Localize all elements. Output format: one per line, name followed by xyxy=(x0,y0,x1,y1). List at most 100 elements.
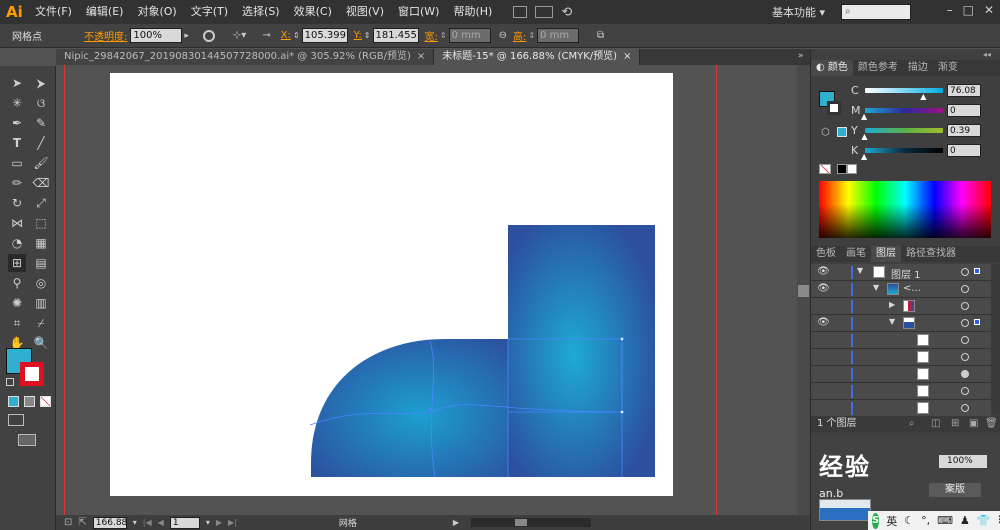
target-circle-icon[interactable] xyxy=(961,302,969,310)
artboard[interactable] xyxy=(110,73,673,496)
delete-layer-icon[interactable]: 🗑 xyxy=(985,416,998,432)
zoom-input[interactable]: 166.88 xyxy=(92,516,127,529)
x-stepper[interactable]: ⇕ xyxy=(293,31,300,40)
yellow-value[interactable]: 0.39 xyxy=(947,123,981,137)
visibility-eye-icon[interactable]: 👁 xyxy=(817,283,830,294)
layer-row-item[interactable]: 👁 ▼ xyxy=(811,315,991,332)
user-icon[interactable]: ♟ xyxy=(960,514,970,527)
tab-close-icon[interactable]: × xyxy=(623,49,631,65)
menu-object[interactable]: 对象(O) xyxy=(130,0,183,24)
tab-swatches[interactable]: 色板 xyxy=(811,246,841,262)
height-stepper[interactable]: ⇕ xyxy=(528,31,535,40)
tab-color[interactable]: ◐ 颜色 xyxy=(811,60,853,76)
layer-name[interactable]: 图层 1 xyxy=(891,266,921,281)
bridge-icon[interactable] xyxy=(513,6,528,18)
menu-help[interactable]: 帮助(H) xyxy=(446,0,499,24)
scale-tool-icon[interactable]: ⤢ xyxy=(32,194,50,212)
moon-icon[interactable]: ☾ xyxy=(904,514,914,527)
expand-triangle-icon[interactable]: ▼ xyxy=(889,317,895,326)
width-tool-icon[interactable]: ⋈ xyxy=(8,214,26,232)
rectangle-tool-icon[interactable]: ▭ xyxy=(8,154,26,172)
tab-overflow-icon[interactable]: » xyxy=(798,51,804,61)
curvature-tool-icon[interactable]: ✎ xyxy=(32,114,50,132)
stroke-swatch[interactable] xyxy=(20,362,44,386)
mesh-point[interactable] xyxy=(619,409,625,415)
width-label[interactable]: 宽: xyxy=(425,28,438,43)
artboard-number-input[interactable]: 1 xyxy=(169,516,200,529)
mesh-point[interactable] xyxy=(619,336,625,342)
shape-builder-tool-icon[interactable]: ◔ xyxy=(8,234,26,252)
workspace-switcher[interactable]: 基本功能 ▾ xyxy=(772,4,825,20)
height-label[interactable]: 高: xyxy=(513,28,526,43)
pencil-tool-icon[interactable]: ✏ xyxy=(8,174,26,192)
magic-wand-tool-icon[interactable]: ✳ xyxy=(8,94,26,112)
y-label[interactable]: Y: xyxy=(354,30,362,41)
layer-row-item[interactable]: ▶ xyxy=(811,298,991,315)
draw-mode-icon[interactable] xyxy=(8,414,24,426)
tab-pathfinder[interactable]: 路径查找器 xyxy=(901,246,961,262)
magenta-slider[interactable]: M ▲ 0 xyxy=(851,103,981,121)
export-icon[interactable]: ⇱ xyxy=(78,517,86,528)
y-input[interactable]: 181.455 xyxy=(372,28,419,43)
scroll-thumb[interactable] xyxy=(798,285,809,297)
opacity-input[interactable]: 100% xyxy=(130,28,183,43)
opacity-dropdown-icon[interactable]: ▸ xyxy=(184,31,189,41)
menu-file[interactable]: 文件(F) xyxy=(28,0,79,24)
width-input[interactable]: 0 mm xyxy=(448,28,491,43)
menu-type[interactable]: 文字(T) xyxy=(184,0,235,24)
layers-scrollbar[interactable] xyxy=(991,264,1000,414)
eraser-tool-icon[interactable]: ⌫ xyxy=(32,174,50,192)
type-tool-icon[interactable]: T xyxy=(8,134,26,152)
none-color-swatch[interactable] xyxy=(819,164,831,174)
rotate-tool-icon[interactable]: ↻ xyxy=(8,194,26,212)
magenta-value[interactable]: 0 xyxy=(947,103,981,117)
white-color-swatch[interactable] xyxy=(847,164,857,174)
yellow-slider[interactable]: Y ▲ 0.39 xyxy=(851,123,981,141)
gradient-mode-icon[interactable] xyxy=(24,396,35,407)
layer-row-group[interactable]: 👁 ▼ <... xyxy=(811,281,991,298)
pen-tool-icon[interactable]: ✒ xyxy=(8,114,26,132)
menu-view[interactable]: 视图(V) xyxy=(339,0,391,24)
column-graph-tool-icon[interactable]: ▥ xyxy=(32,294,50,312)
y-stepper[interactable]: ⇕ xyxy=(364,31,371,40)
dock-collapse-icon[interactable]: ◂◂ xyxy=(983,50,991,59)
default-colors-icon[interactable] xyxy=(6,378,14,386)
maximize-button[interactable]: □ xyxy=(963,3,974,17)
color-stroke-swatch[interactable] xyxy=(827,101,841,115)
gradient-tool-icon[interactable]: ▤ xyxy=(32,254,50,272)
cyan-slider[interactable]: C ▲ 76.08 xyxy=(851,83,981,101)
ime-logo-icon[interactable]: S xyxy=(872,512,880,529)
zoom-tool-icon[interactable]: 🔍 xyxy=(32,334,50,352)
artboard-tool-icon[interactable]: ⌗ xyxy=(8,314,26,332)
selection-indicator[interactable] xyxy=(974,319,980,325)
target-circle-icon[interactable] xyxy=(961,370,969,378)
target-circle-icon[interactable] xyxy=(961,336,969,344)
vertical-scrollbar[interactable] xyxy=(797,65,810,515)
cyan-track[interactable]: ▲ xyxy=(865,87,943,101)
tab-color-guide[interactable]: 颜色参考 xyxy=(853,60,903,76)
yellow-track[interactable]: ▲ xyxy=(861,127,943,141)
target-circle-icon[interactable] xyxy=(961,285,969,293)
expand-triangle-icon[interactable]: ▼ xyxy=(857,266,863,275)
color-mode-icon[interactable] xyxy=(8,396,19,407)
tab-close-icon[interactable]: × xyxy=(417,49,425,65)
arrange-documents-icon[interactable] xyxy=(535,6,554,18)
screen-mode-icon[interactable] xyxy=(18,434,36,446)
menu-window[interactable]: 窗口(W) xyxy=(391,0,446,24)
status-menu-icon[interactable]: ▶ xyxy=(453,518,459,527)
target-circle-icon[interactable] xyxy=(961,268,969,276)
horizontal-scrollbar[interactable] xyxy=(471,518,592,527)
transform-reference-icon[interactable]: ⊹▾ xyxy=(233,30,246,41)
expand-triangle-icon[interactable]: ▼ xyxy=(873,283,879,292)
mesh-tool-icon[interactable]: ⊞ xyxy=(8,254,26,272)
visibility-eye-icon[interactable]: 👁 xyxy=(817,317,830,328)
tab-gradient[interactable]: 渐变 xyxy=(933,60,963,76)
percent-input[interactable]: 100% xyxy=(939,455,987,468)
mesh-quarter-shape[interactable] xyxy=(311,339,508,477)
constrain-proportions-icon[interactable]: ⊖ xyxy=(499,30,507,41)
tab-stroke[interactable]: 描边 xyxy=(903,60,933,76)
blend-tool-icon[interactable]: ◎ xyxy=(32,274,50,292)
navigator-preview[interactable] xyxy=(819,499,871,521)
menu-select[interactable]: 选择(S) xyxy=(235,0,287,24)
artboard-dropdown-icon[interactable]: ▾ xyxy=(206,518,210,527)
